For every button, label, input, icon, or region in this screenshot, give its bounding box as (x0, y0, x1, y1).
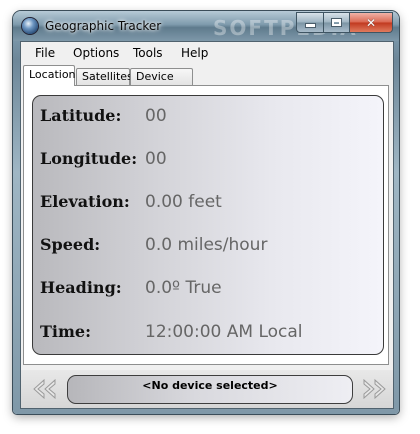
client-area: File Options Tools Help Location Satelli… (20, 41, 394, 409)
tab-device-list[interactable]: Device List (130, 68, 193, 99)
maximize-icon (332, 19, 341, 26)
heading-value: 0.0º True (145, 278, 222, 298)
double-right-arrow-icon[interactable] (361, 378, 387, 400)
menu-options[interactable]: Options (73, 46, 119, 60)
location-tab-pane: Latitude: 00 Longitude: 00 Elevation: 0.… (23, 85, 389, 365)
elevation-value: 0.00 feet (145, 192, 222, 212)
heading-label: Heading: (40, 278, 122, 297)
minimize-icon (305, 24, 315, 27)
close-button[interactable]: ✕ (350, 12, 393, 33)
longitude-row: Longitude: 00 (33, 149, 385, 179)
speed-row: Speed: 0.0 miles/hour (33, 235, 385, 265)
menu-bar: File Options Tools Help (21, 42, 393, 64)
time-label: Time: (40, 322, 91, 341)
device-status-box: <No device selected> (67, 375, 353, 404)
close-icon: ✕ (365, 15, 377, 30)
tab-satellites[interactable]: Satellites (76, 68, 133, 85)
location-panel: Latitude: 00 Longitude: 00 Elevation: 0.… (32, 95, 384, 355)
menu-file[interactable]: File (35, 46, 55, 60)
longitude-value: 00 (145, 149, 167, 169)
window-controls: ✕ (296, 12, 393, 33)
app-window: Geographic Tracker SOFTPEDIA ✕ File Opti… (13, 11, 399, 414)
elevation-row: Elevation: 0.00 feet (33, 192, 385, 222)
latitude-label: Latitude: (40, 106, 122, 125)
time-value: 12:00:00 AM Local (145, 322, 303, 342)
longitude-label: Longitude: (40, 149, 138, 168)
latitude-row: Latitude: 00 (33, 106, 385, 136)
latitude-value: 00 (145, 106, 167, 126)
speed-label: Speed: (40, 235, 101, 254)
device-footer: <No device selected> (21, 370, 393, 408)
maximize-button[interactable] (324, 12, 350, 33)
window-title: Geographic Tracker (45, 19, 162, 33)
menu-help[interactable]: Help (181, 46, 208, 60)
double-left-arrow-icon[interactable] (32, 378, 58, 400)
menu-tools[interactable]: Tools (133, 46, 163, 60)
device-status-text: <No device selected> (142, 379, 278, 392)
tab-location[interactable]: Location (23, 65, 76, 86)
minimize-button[interactable] (296, 12, 324, 33)
title-bar[interactable]: Geographic Tracker SOFTPEDIA ✕ (13, 11, 399, 41)
time-row: Time: 12:00:00 AM Local (33, 322, 385, 352)
elevation-label: Elevation: (40, 192, 130, 211)
speed-value: 0.0 miles/hour (145, 235, 268, 255)
globe-icon[interactable] (22, 18, 38, 34)
heading-row: Heading: 0.0º True (33, 278, 385, 308)
